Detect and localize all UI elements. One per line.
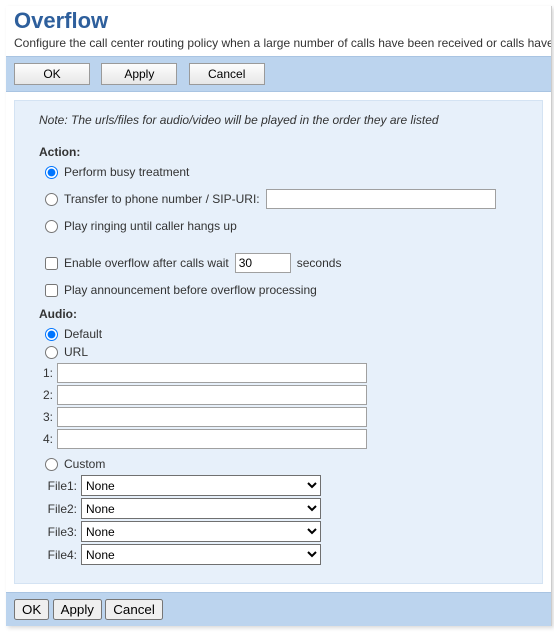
url-num-2: 2: xyxy=(39,388,53,402)
url-num-1: 1: xyxy=(39,366,53,380)
settings-panel: Note: The urls/files for audio/video wil… xyxy=(14,100,543,584)
overflow-wait-input[interactable] xyxy=(235,253,291,273)
action-ringing-radio[interactable] xyxy=(45,220,58,233)
play-announcement-checkbox[interactable] xyxy=(45,284,58,297)
file-select-1[interactable]: None xyxy=(81,475,321,496)
page-description: Configure the call center routing policy… xyxy=(14,36,551,50)
enable-overflow-label-pre: Enable overflow after calls wait xyxy=(64,256,229,270)
transfer-target-input[interactable] xyxy=(266,189,496,209)
apply-button[interactable]: Apply xyxy=(101,63,177,85)
file-select-3[interactable]: None xyxy=(81,521,321,542)
enable-overflow-label-post: seconds xyxy=(297,256,342,270)
file-label-4: File4: xyxy=(39,548,77,562)
apply-button-bottom[interactable]: Apply xyxy=(53,599,102,620)
action-busy-label: Perform busy treatment xyxy=(64,165,189,179)
action-busy-radio[interactable] xyxy=(45,166,58,179)
page-title: Overflow xyxy=(14,8,551,34)
action-label: Action: xyxy=(39,145,526,159)
bottom-button-bar: OK Apply Cancel xyxy=(6,592,551,626)
audio-url-radio[interactable] xyxy=(45,346,58,359)
ok-button[interactable]: OK xyxy=(14,63,90,85)
file-label-2: File2: xyxy=(39,502,77,516)
audio-url-label: URL xyxy=(64,345,88,359)
audio-custom-radio[interactable] xyxy=(45,458,58,471)
action-transfer-radio[interactable] xyxy=(45,193,58,206)
audio-default-label: Default xyxy=(64,327,102,341)
file-select-2[interactable]: None xyxy=(81,498,321,519)
action-ringing-label: Play ringing until caller hangs up xyxy=(64,219,237,233)
url-num-4: 4: xyxy=(39,432,53,446)
url-input-4[interactable] xyxy=(57,429,367,449)
audio-default-radio[interactable] xyxy=(45,328,58,341)
order-note: Note: The urls/files for audio/video wil… xyxy=(39,113,526,127)
url-input-3[interactable] xyxy=(57,407,367,427)
cancel-button-bottom[interactable]: Cancel xyxy=(105,599,163,620)
url-input-1[interactable] xyxy=(57,363,367,383)
url-input-2[interactable] xyxy=(57,385,367,405)
enable-overflow-checkbox[interactable] xyxy=(45,257,58,270)
action-transfer-label: Transfer to phone number / SIP-URI: xyxy=(64,192,260,206)
ok-button-bottom[interactable]: OK xyxy=(14,599,49,620)
audio-label: Audio: xyxy=(39,307,526,321)
cancel-button[interactable]: Cancel xyxy=(189,63,265,85)
audio-custom-label: Custom xyxy=(64,457,105,471)
play-announcement-label: Play announcement before overflow proces… xyxy=(64,283,317,297)
file-label-1: File1: xyxy=(39,479,77,493)
url-num-3: 3: xyxy=(39,410,53,424)
file-select-4[interactable]: None xyxy=(81,544,321,565)
file-label-3: File3: xyxy=(39,525,77,539)
top-button-bar: OK Apply Cancel xyxy=(6,56,551,92)
